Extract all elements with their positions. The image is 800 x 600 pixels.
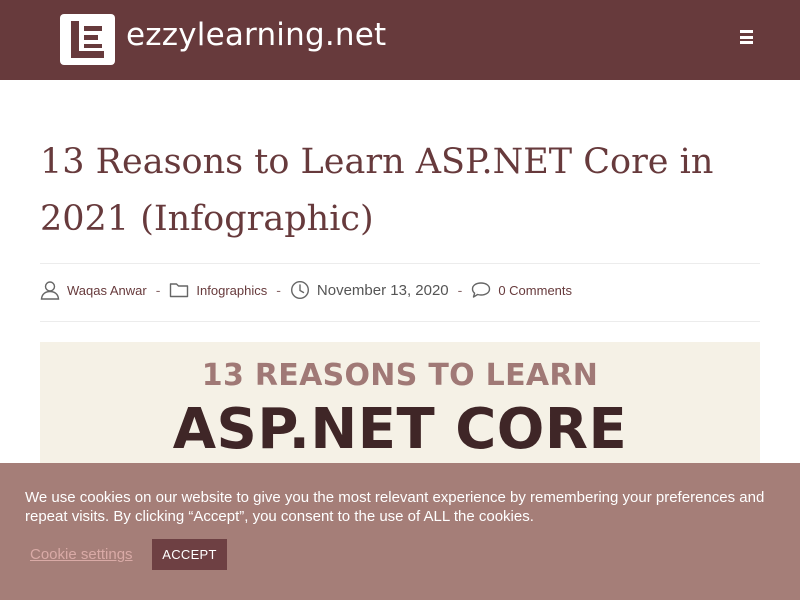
user-icon	[40, 281, 60, 300]
category-link[interactable]: Infographics	[196, 283, 267, 298]
meta-separator: -	[457, 282, 463, 298]
featured-image-title: ASP.NET CORE	[172, 397, 628, 462]
comment-icon	[472, 282, 491, 298]
meta-comments: 0 Comments	[471, 280, 572, 300]
meta-bottom-divider	[40, 321, 760, 322]
meta-category: Infographics	[169, 280, 267, 300]
meta-author: Waqas Anwar	[40, 280, 147, 300]
cookie-consent-banner: We use cookies on our website to give yo…	[0, 463, 800, 600]
post-title: 13 Reasons to Learn ASP.NET Core in 2021…	[40, 142, 714, 239]
meta-date: November 13, 2020	[290, 280, 449, 300]
author-link[interactable]: Waqas Anwar	[67, 283, 147, 298]
site-logo[interactable]	[60, 14, 115, 65]
hamburger-menu-icon[interactable]	[740, 30, 756, 48]
ezzylearning-logo-icon	[71, 21, 104, 58]
featured-image-subtitle: 13 REASONS TO LEARN	[201, 358, 599, 393]
comments-link[interactable]: 0 Comments	[498, 283, 572, 298]
post-meta: Waqas Anwar - Infographics - November 13…	[40, 278, 572, 302]
featured-image: 13 REASONS TO LEARN ASP.NET CORE	[40, 342, 760, 482]
clock-icon	[290, 280, 309, 300]
meta-top-divider	[40, 263, 760, 264]
cookie-message: We use cookies on our website to give yo…	[25, 489, 765, 525]
accept-cookies-button[interactable]: ACCEPT	[152, 539, 227, 570]
cookie-settings-link[interactable]: Cookie settings	[30, 546, 133, 563]
post-date: November 13, 2020	[316, 281, 449, 299]
site-header: ezzylearning.net	[0, 0, 800, 80]
meta-separator: -	[155, 282, 161, 298]
site-name[interactable]: ezzylearning.net	[126, 17, 386, 53]
meta-separator: -	[276, 282, 281, 298]
folder-icon	[170, 283, 189, 298]
